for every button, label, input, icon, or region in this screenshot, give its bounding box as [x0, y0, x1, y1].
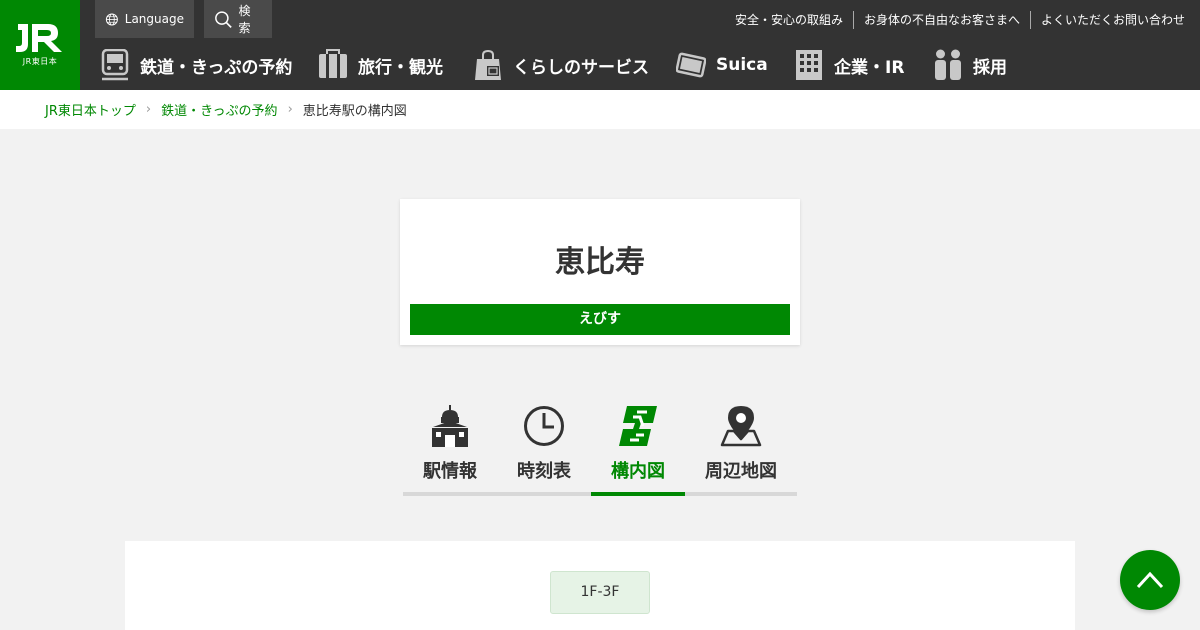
- language-button[interactable]: Language: [95, 0, 194, 38]
- breadcrumb: JR東日本トップ › 鉄道・きっぷの予約 › 恵比寿駅の構内図: [0, 90, 1200, 129]
- chevron-right-icon: ›: [287, 102, 293, 117]
- chevron-right-icon: ›: [145, 102, 152, 117]
- tab-station-info[interactable]: 駅情報: [403, 400, 497, 496]
- back-to-top-button[interactable]: [1120, 550, 1180, 610]
- nav-label: 企業・IR: [834, 57, 905, 78]
- suitcase-icon: [319, 49, 347, 78]
- search-label: 検索: [238, 4, 251, 35]
- floor-map-icon: [619, 406, 657, 446]
- station-icon: [432, 405, 468, 447]
- search-icon: [215, 10, 232, 28]
- floor-map-panel: 1F-3F: [125, 541, 1075, 630]
- nav-label: 鉄道・きっぷの予約: [140, 57, 293, 78]
- jr-east-logo[interactable]: JR東日本: [0, 0, 80, 90]
- nav-lifestyle[interactable]: くらしのサービス: [473, 46, 649, 84]
- nav-label: 採用: [973, 57, 1007, 78]
- logo-subtext: JR東日本: [22, 57, 58, 66]
- tab-floor-map[interactable]: 構内図: [591, 400, 685, 496]
- station-name: 恵比寿: [555, 245, 645, 280]
- breadcrumb-current: 恵比寿駅の構内図: [302, 104, 407, 119]
- nav-label: Suica: [716, 55, 768, 75]
- language-label: Language: [124, 12, 184, 26]
- nav-corporate[interactable]: 企業・IR: [794, 46, 904, 84]
- floor-selector-button[interactable]: 1F-3F: [550, 571, 650, 614]
- clock-icon: [524, 406, 564, 446]
- tab-label: 周辺地図: [705, 461, 777, 482]
- nav-recruit[interactable]: 採用: [933, 46, 1007, 84]
- people-icon: [935, 49, 961, 80]
- station-title-card: 恵比寿 えびす: [400, 199, 800, 345]
- suica-card-icon: [676, 52, 706, 78]
- faq-link[interactable]: よくいただくお問い合わせ: [1029, 11, 1185, 29]
- globe-icon: [105, 13, 118, 25]
- tab-label: 駅情報: [423, 461, 477, 482]
- breadcrumb-rail-link[interactable]: 鉄道・きっぷの予約: [161, 100, 277, 119]
- tab-label: 構内図: [611, 461, 665, 482]
- tab-label: 時刻表: [517, 461, 571, 482]
- building-icon: [796, 50, 822, 80]
- tab-area-map[interactable]: 周辺地図: [685, 400, 797, 496]
- accessibility-link[interactable]: お身体の不自由なお客さまへ: [852, 11, 1030, 29]
- nav-label: 旅行・観光: [358, 57, 443, 78]
- jr-logo-icon: [16, 24, 62, 52]
- search-button[interactable]: 検索: [204, 0, 272, 38]
- shopping-bag-icon: [475, 49, 501, 80]
- train-icon: [101, 49, 129, 81]
- nav-travel[interactable]: 旅行・観光: [318, 46, 443, 84]
- tab-timetable[interactable]: 時刻表: [497, 400, 591, 496]
- breadcrumb-home-link[interactable]: JR東日本トップ: [45, 100, 136, 119]
- safety-link[interactable]: 安全・安心の取組み: [725, 11, 853, 29]
- utility-links: 安全・安心の取組み お身体の不自由なお客さまへ よくいただくお問い合わせ: [725, 10, 1185, 30]
- nav-rail-tickets[interactable]: 鉄道・きっぷの予約: [100, 46, 292, 84]
- station-kana: えびす: [410, 304, 790, 335]
- nav-label: くらしのサービス: [513, 57, 649, 78]
- site-header: JR東日本 Language 検索 安全・安心の取組み お身体の不自由なお客さま…: [0, 0, 1200, 90]
- map-pin-icon: [720, 406, 762, 447]
- nav-suica[interactable]: Suica: [676, 46, 768, 84]
- chevron-up-icon: [1136, 571, 1164, 589]
